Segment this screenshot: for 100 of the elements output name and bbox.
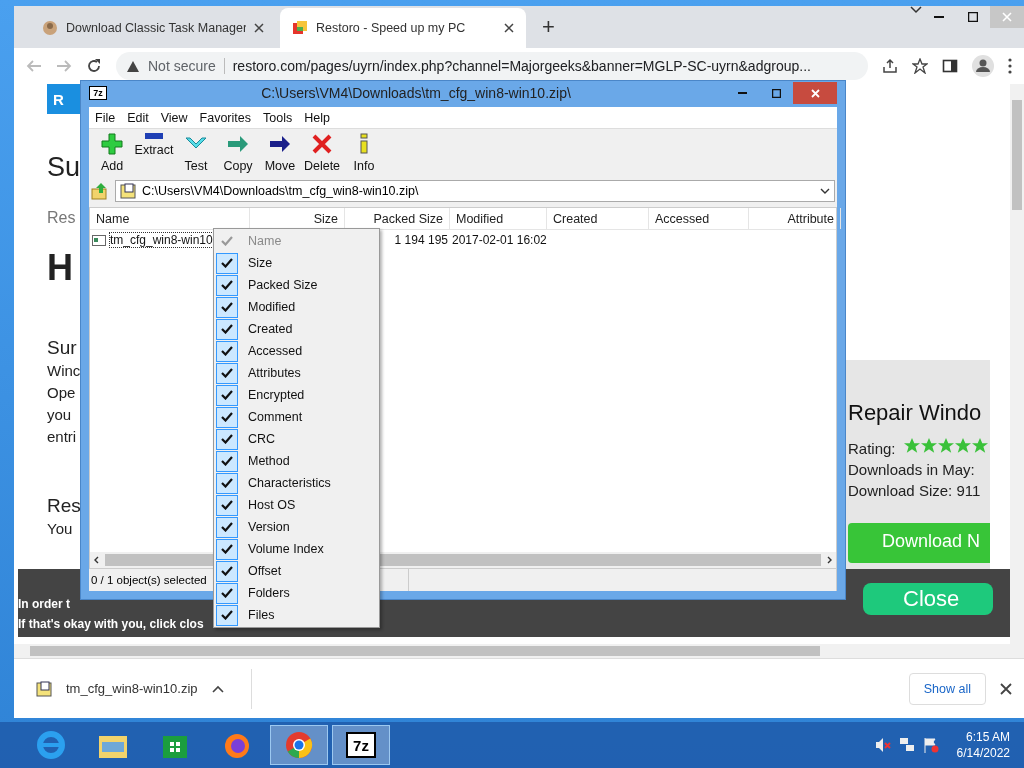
folder-up-icon <box>91 182 109 200</box>
back-icon <box>26 58 42 74</box>
close-icon <box>1000 682 1012 695</box>
scrollbar[interactable] <box>1010 84 1024 644</box>
checkmark-icon <box>221 368 233 378</box>
toolbar-button[interactable]: Delete <box>301 131 343 179</box>
menu-item[interactable]: Tools <box>257 110 299 125</box>
toolbar-button[interactable]: Move <box>259 131 301 179</box>
column-header[interactable]: Attribute <box>749 208 841 229</box>
menu-item[interactable]: Volume Index <box>216 538 377 560</box>
checkmark-icon <box>221 478 233 488</box>
checkmark-icon <box>221 258 233 268</box>
menu-item[interactable]: Comment <box>216 406 377 428</box>
menu-item[interactable]: Version <box>216 516 377 538</box>
column-header[interactable]: Accessed <box>649 208 749 229</box>
address-bar[interactable]: Not secure restoro.com/pages/uyrn/index.php?channel=Majorgeeks&banner=MGLP-SC-uyrn&adgroup... <box>116 52 868 80</box>
menu-item[interactable]: Modified <box>216 296 377 318</box>
column-header[interactable]: Created <box>547 208 649 229</box>
checkbox[interactable] <box>216 252 238 274</box>
toolbar-button[interactable]: Test <box>175 131 217 179</box>
menu-item[interactable]: Attributes <box>216 362 377 384</box>
checkbox[interactable] <box>216 274 238 296</box>
checkbox[interactable] <box>216 362 238 384</box>
chevron-down-icon <box>820 188 830 194</box>
checkbox[interactable] <box>216 406 238 428</box>
menu-item[interactable]: Method <box>216 450 377 472</box>
browser-tab[interactable]: Restoro - Speed up my PC <box>280 8 526 48</box>
checkmark-icon <box>221 610 233 620</box>
promo-title: Repair Windo <box>848 400 983 426</box>
close-icon <box>254 23 264 33</box>
info-icon <box>357 133 371 155</box>
checkmark-icon <box>221 390 233 400</box>
page-text: You <box>47 519 74 539</box>
menu-item[interactable]: Files <box>216 604 377 626</box>
page-text: Res <box>47 495 82 517</box>
checkbox[interactable] <box>216 516 238 538</box>
toolbar-button[interactable]: Copy <box>217 131 259 179</box>
menu-item[interactable]: Encrypted <box>216 384 377 406</box>
star-icon <box>903 438 920 454</box>
checkbox[interactable] <box>216 472 238 494</box>
column-header[interactable]: Modified <box>450 208 547 229</box>
browser-e-icon <box>35 729 67 761</box>
checkbox[interactable] <box>216 428 238 450</box>
speaker-muted-icon <box>874 737 891 753</box>
archive-file-icon <box>36 680 52 697</box>
chevron-right-icon <box>827 556 832 564</box>
maximize-icon <box>771 88 781 98</box>
menu-item[interactable]: Favorites <box>193 110 257 125</box>
page-text: Res <box>47 209 77 227</box>
path-field[interactable]: C:\Users\VM4\Downloads\tm_cfg_win8-win10.zip\ <box>115 180 835 202</box>
checkbox[interactable] <box>216 318 238 340</box>
menu-item[interactable]: Accessed <box>216 340 377 362</box>
close-icon <box>504 23 514 33</box>
menu-item[interactable]: Characteristics <box>216 472 377 494</box>
tab-favicon-icon <box>42 20 58 36</box>
menu-item[interactable]: Host OS <box>216 494 377 516</box>
clock[interactable]: 6:15 AM 6/14/2022 <box>956 729 1010 761</box>
toolbar-button[interactable]: Add <box>91 131 133 179</box>
cookie-text: In order t <box>18 597 70 611</box>
table-cell-text: 1 194 195 <box>393 232 449 249</box>
browser-tab[interactable]: Download Classic Task Manager <box>30 8 276 48</box>
close-icon <box>810 88 820 98</box>
menu-item[interactable]: File <box>89 110 122 125</box>
menu-item[interactable]: Help <box>298 110 336 125</box>
star-icon <box>920 438 937 454</box>
reload-icon <box>86 58 102 74</box>
toolbar-button[interactable]: Info <box>343 131 385 179</box>
checkbox[interactable] <box>216 384 238 406</box>
new-tab-button[interactable]: + <box>530 14 567 48</box>
checkbox[interactable] <box>216 340 238 362</box>
close-button[interactable] <box>793 82 837 104</box>
promo-text: Download Size: 911 <box>848 481 982 501</box>
taskbar-app[interactable] <box>270 725 328 765</box>
checkmark-icon <box>221 412 233 422</box>
checkbox[interactable] <box>216 296 238 318</box>
taskbar-app[interactable]: 7z <box>332 725 390 765</box>
arrow-right-icon <box>226 133 250 155</box>
menu-item[interactable]: Size <box>216 252 377 274</box>
menu-item[interactable]: Created <box>216 318 377 340</box>
menu-item[interactable]: Edit <box>121 110 155 125</box>
checkmark-icon <box>221 588 233 598</box>
page-text: Su <box>47 152 82 183</box>
menu-item[interactable]: CRC <box>216 428 377 450</box>
menu-item[interactable]: View <box>154 110 194 125</box>
page-text: you <box>47 405 73 425</box>
checkbox[interactable] <box>216 538 238 560</box>
checkbox[interactable] <box>216 450 238 472</box>
star-icon <box>912 58 928 74</box>
menu-item[interactable]: Packed Size <box>216 274 377 296</box>
minimize-icon <box>934 15 944 19</box>
app-logo: 7z <box>346 732 376 758</box>
download-item[interactable]: tm_cfg_win8-win10.zip <box>36 668 252 709</box>
checkbox[interactable] <box>216 560 238 582</box>
show-all-button[interactable]: Show all <box>908 672 986 705</box>
toolbar-button[interactable]: Extract <box>133 131 175 179</box>
checkbox[interactable] <box>216 494 238 516</box>
chevron-up-icon <box>211 684 224 693</box>
checkbox[interactable] <box>216 582 238 604</box>
checkbox[interactable] <box>216 604 238 626</box>
scrollbar[interactable] <box>14 644 1024 658</box>
